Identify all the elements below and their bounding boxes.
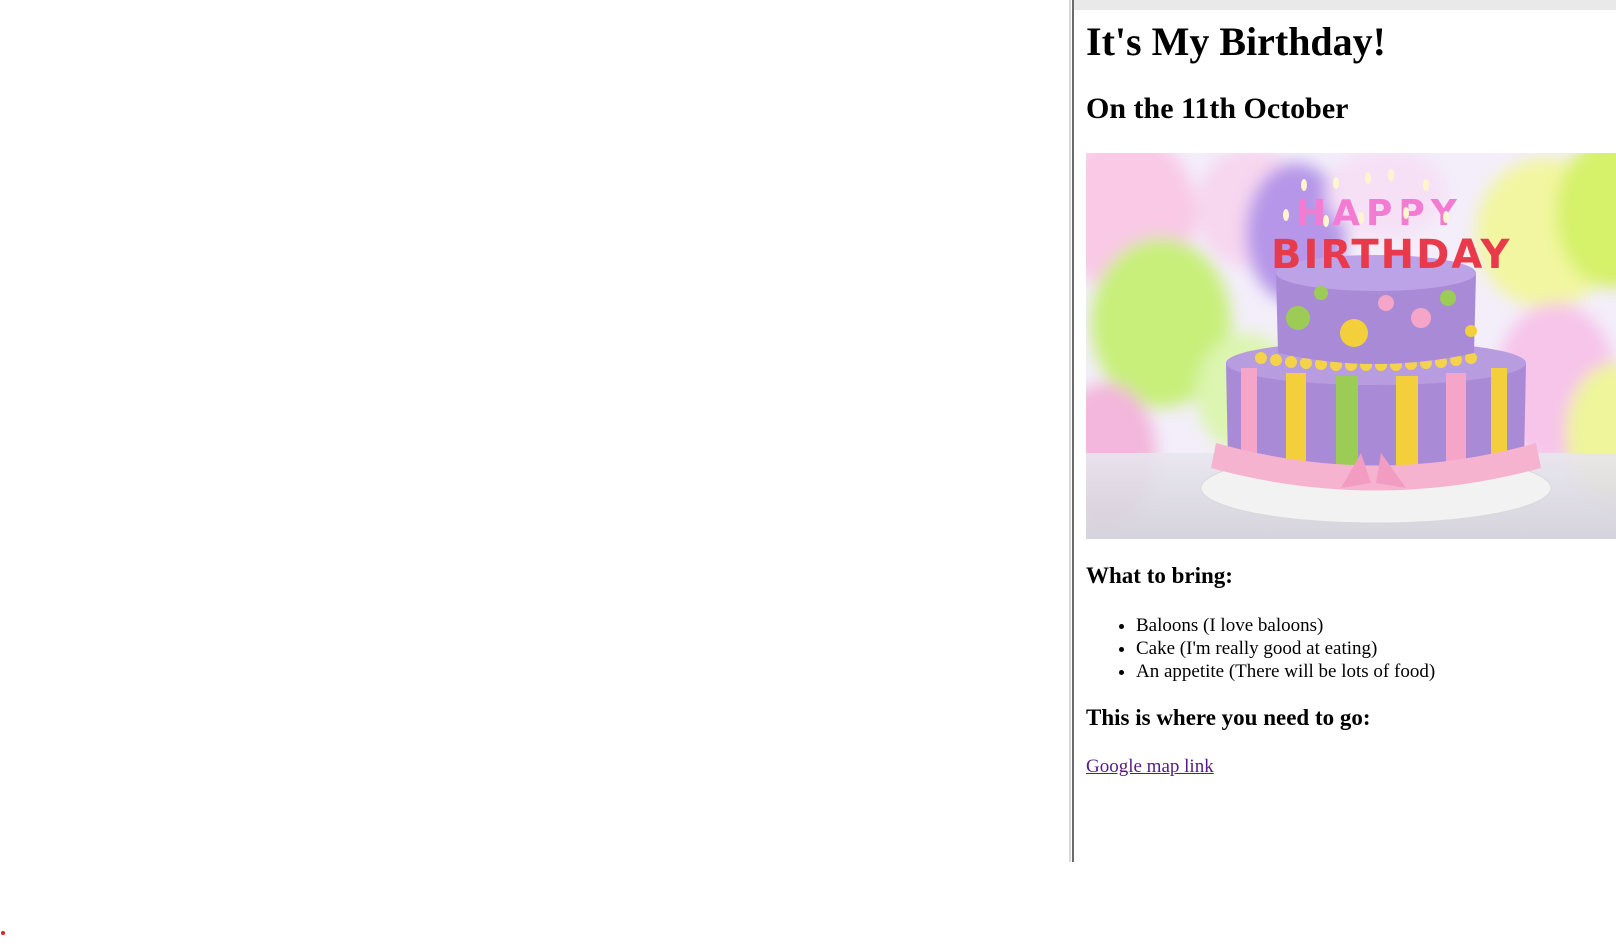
editor-blank-area (0, 0, 1072, 950)
cake-illustration: HAPPY BIRTHDAY (1086, 153, 1616, 539)
list-item: Baloons (I love baloons) (1136, 614, 1435, 637)
cursor-dot (1, 931, 5, 935)
candle-text-birthday: BIRTHDAY (1271, 232, 1511, 278)
browser-preview: It's My Birthday! On the 11th October HA… (1074, 10, 1616, 862)
google-map-link[interactable]: Google map link (1086, 756, 1214, 778)
what-to-bring-heading: What to bring: (1086, 563, 1233, 588)
list-item: Cake (I'm really good at eating) (1136, 637, 1435, 660)
where-to-go-heading: This is where you need to go: (1086, 705, 1371, 730)
candle-text-happy: HAPPY (1296, 193, 1463, 234)
birthday-cake-image: HAPPY BIRTHDAY (1086, 153, 1616, 539)
bring-list: Baloons (I love baloons) Cake (I'm reall… (1086, 614, 1435, 683)
page-title: It's My Birthday! (1086, 19, 1386, 64)
list-item: An appetite (There will be lots of food) (1136, 660, 1435, 683)
page-subtitle: On the 11th October (1086, 92, 1349, 125)
